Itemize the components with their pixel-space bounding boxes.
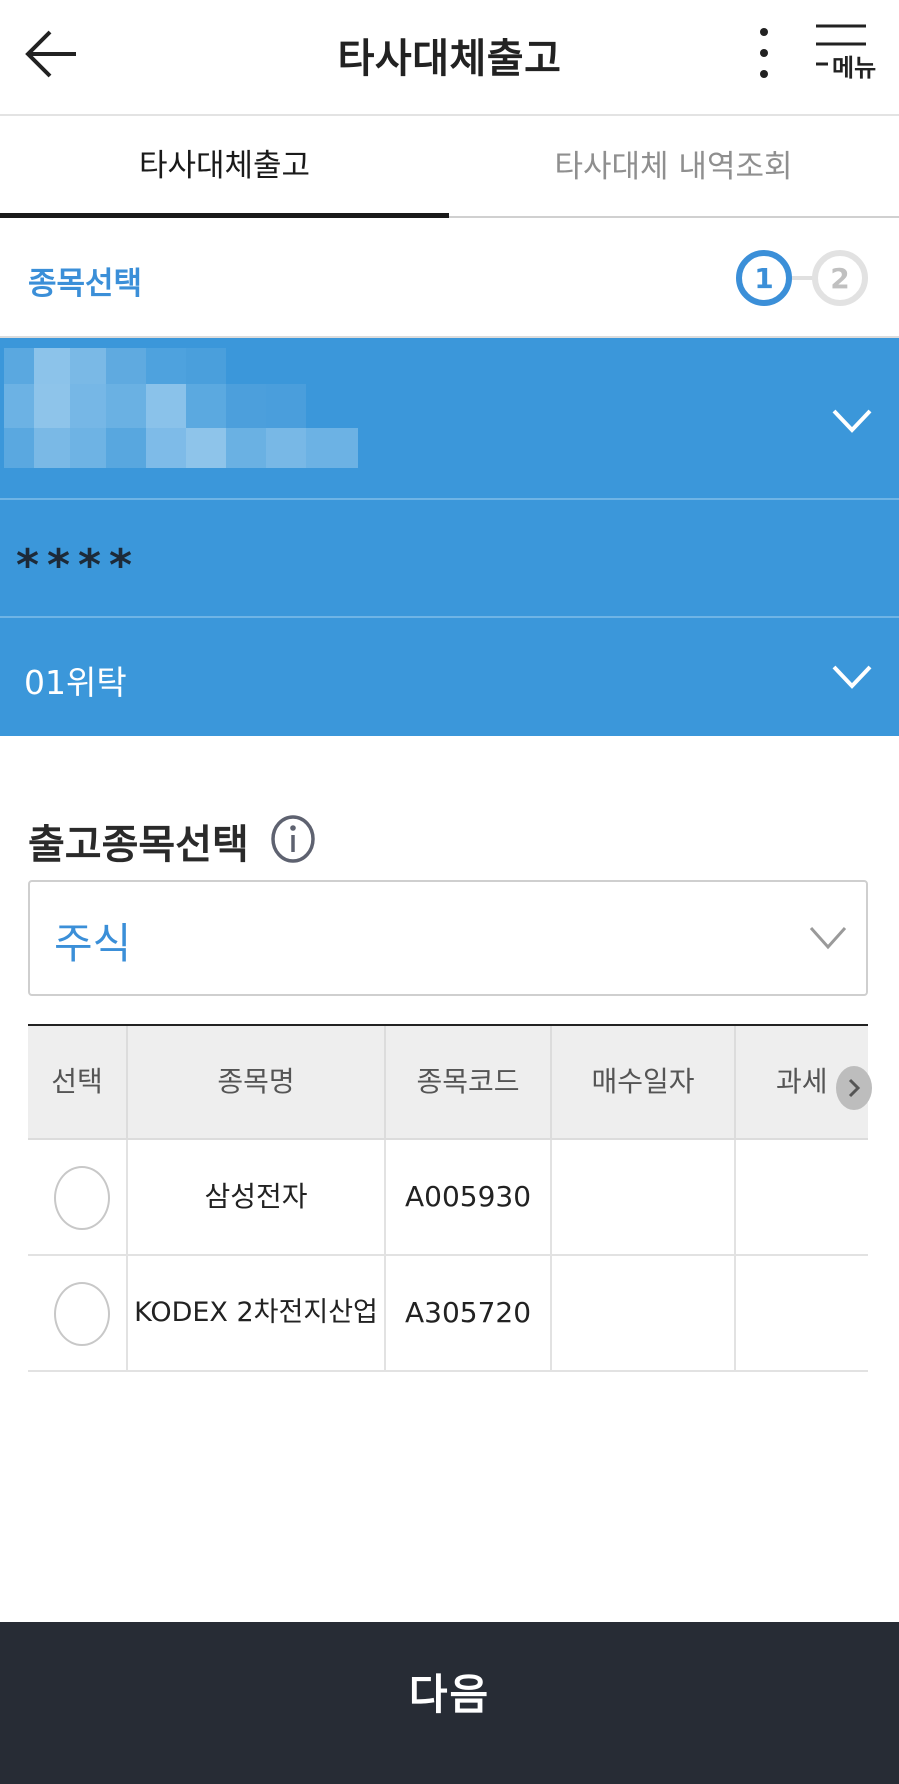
asset-type-value: 주식 [54,919,132,968]
menu-label: 메뉴 [832,54,877,82]
step-1-circle: 1 [736,250,792,306]
col-header-code: 종목코드 [386,1026,552,1140]
password-field[interactable]: **** [0,500,899,618]
password-mask: **** [16,540,141,591]
app-header: 타사대체출고 메뉴 [0,0,899,116]
chevron-down-icon [832,665,872,689]
asset-type-select[interactable]: 주식 [28,880,868,996]
col-header-name: 종목명 [128,1026,386,1140]
account-type-select[interactable]: 01위탁 [0,618,899,736]
account-select[interactable] [0,338,899,500]
row-radio-button[interactable] [54,1282,110,1346]
row-radio-button[interactable] [54,1166,110,1230]
table-cell-tax [736,1140,868,1256]
holdings-table: 선택 종목명 종목코드 매수일자 과세 삼성전자 A005930 KODEX 2… [28,1024,872,1372]
col-header-select: 선택 [28,1026,128,1140]
step-2-circle: 2 [812,250,868,306]
step-indicator: 종목선택 1 2 [0,218,899,338]
table-row-select-cell [28,1140,128,1256]
account-panel: **** 01위탁 [0,338,899,736]
scroll-right-button[interactable] [836,1066,872,1110]
next-button[interactable]: 다음 [0,1622,899,1784]
table-cell-buy-date [552,1256,736,1372]
col-header-buy-date: 매수일자 [552,1026,736,1140]
table-cell-code: A305720 [386,1256,552,1372]
table-cell-tax [736,1256,868,1372]
more-options-icon[interactable] [744,24,784,82]
redacted-account-number [4,348,360,474]
step-label: 종목선택 [28,266,143,302]
table-row-select-cell [28,1256,128,1372]
tab-bar: 타사대체출고 타사대체 내역조회 [0,116,899,218]
tab-other-transfer-out[interactable]: 타사대체출고 [0,116,449,218]
chevron-down-icon [809,926,847,950]
table-cell-name: 삼성전자 [128,1140,386,1256]
table-cell-code: A005930 [386,1140,552,1256]
account-type-value: 01위탁 [24,663,127,702]
chevron-down-icon [832,409,872,433]
table-cell-name: KODEX 2차전지산업 [128,1256,386,1372]
chevron-right-icon [848,1078,861,1098]
section-title: 출고종목선택 [28,822,249,868]
tab-transfer-history[interactable]: 타사대체 내역조회 [449,116,898,218]
next-button-label: 다음 [408,1670,491,1719]
table-cell-buy-date [552,1140,736,1256]
info-icon[interactable] [270,814,316,864]
menu-button[interactable]: 메뉴 [808,22,878,86]
